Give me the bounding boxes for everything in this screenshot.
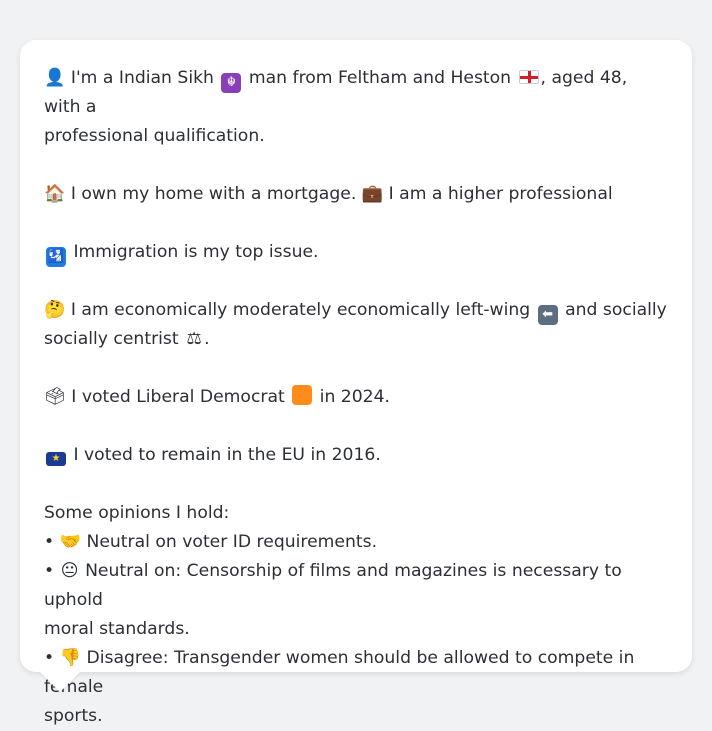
opinion-text: Neutral on voter ID requirements. <box>86 532 378 552</box>
work-text: I am a higher professional <box>388 184 613 204</box>
passport-control-icon: 🛂 <box>46 247 66 267</box>
opinion-text: Disagree: Transgender women should be al… <box>44 648 635 697</box>
briefcase-icon: 💼 <box>361 184 384 204</box>
home-work-paragraph: 🏠 I own my home with a mortgage. 💼 I am … <box>44 180 668 209</box>
neutral-face-icon: 😐 <box>60 561 79 581</box>
intro-line-2: professional qualification. <box>44 126 265 146</box>
opinion-text: Neutral on: Censorship of films and maga… <box>44 561 622 610</box>
home-text: I own my home with a mortgage. <box>70 184 357 204</box>
ideology-line-2: socially centrist ⚖. <box>44 325 668 354</box>
thumbs-down-icon: 👎 <box>59 648 82 668</box>
intro-line-1: 👤 I'm a Indian Sikh ☬ man from Feltham a… <box>44 64 668 122</box>
bullet: • <box>44 648 55 668</box>
issue-text: Immigration is my top issue. <box>73 242 319 262</box>
social-end: . <box>204 329 210 349</box>
eu-paragraph: ★ I voted to remain in the EU in 2016. <box>44 441 668 470</box>
vote-text-post: in 2024. <box>319 387 391 407</box>
issue-paragraph: 🛂 Immigration is my top issue. <box>44 238 668 267</box>
ideology-paragraph: 🤔 I am economically moderately economica… <box>44 296 668 354</box>
social-text: socially centrist <box>44 329 179 349</box>
intro-paragraph: 👤 I'm a Indian Sikh ☬ man from Feltham a… <box>44 64 668 151</box>
bullet: • <box>44 532 55 552</box>
speech-bubble-tail <box>40 672 80 692</box>
econ-text-2: and socially <box>565 300 667 320</box>
vote-paragraph: 🗳 I voted Liberal Democrat in 2024. <box>44 383 668 412</box>
intro-text-pre: I'm a Indian Sikh <box>70 68 214 88</box>
opinions-section: Some opinions I hold: • 🤝 Neutral on vot… <box>44 499 668 731</box>
opinions-heading: Some opinions I hold: <box>44 503 230 523</box>
left-arrow-icon: ⬅ <box>537 305 558 325</box>
opinion-item: • 👎 Disagree: Transgender women should b… <box>44 644 668 702</box>
vote-text-pre: I voted Liberal Democrat <box>71 387 285 407</box>
econ-text: I am economically moderately economicall… <box>70 300 531 320</box>
house-icon: 🏠 <box>44 184 66 204</box>
england-flag-icon <box>518 70 539 84</box>
ideology-line-1: 🤔 I am economically moderately economica… <box>44 296 668 325</box>
thinking-face-icon: 🤔 <box>44 300 66 320</box>
ballot-box-icon: 🗳 <box>44 387 66 407</box>
opinion-text-continued: sports. <box>44 706 103 726</box>
persona-card: 👤 I'm a Indian Sikh ☬ man from Feltham a… <box>20 40 692 726</box>
bullet: • <box>44 561 55 581</box>
scales-icon: ⚖ <box>186 329 202 349</box>
orange-square-icon <box>292 385 313 405</box>
eu-flag-icon: ★ <box>46 452 66 466</box>
opinion-item: • 😐 Neutral on: Censorship of films and … <box>44 557 668 615</box>
opinion-item: • 🤝 Neutral on voter ID requirements. <box>44 528 668 557</box>
intro-text-mid: man from Feltham and Heston <box>248 68 512 88</box>
person-icon: 👤 <box>44 68 66 88</box>
khanda-icon: ☬ <box>221 73 242 93</box>
eu-text: I voted to remain in the EU in 2016. <box>73 445 381 465</box>
opinion-text-continued: moral standards. <box>44 619 190 639</box>
handshake-icon: 🤝 <box>59 532 82 552</box>
